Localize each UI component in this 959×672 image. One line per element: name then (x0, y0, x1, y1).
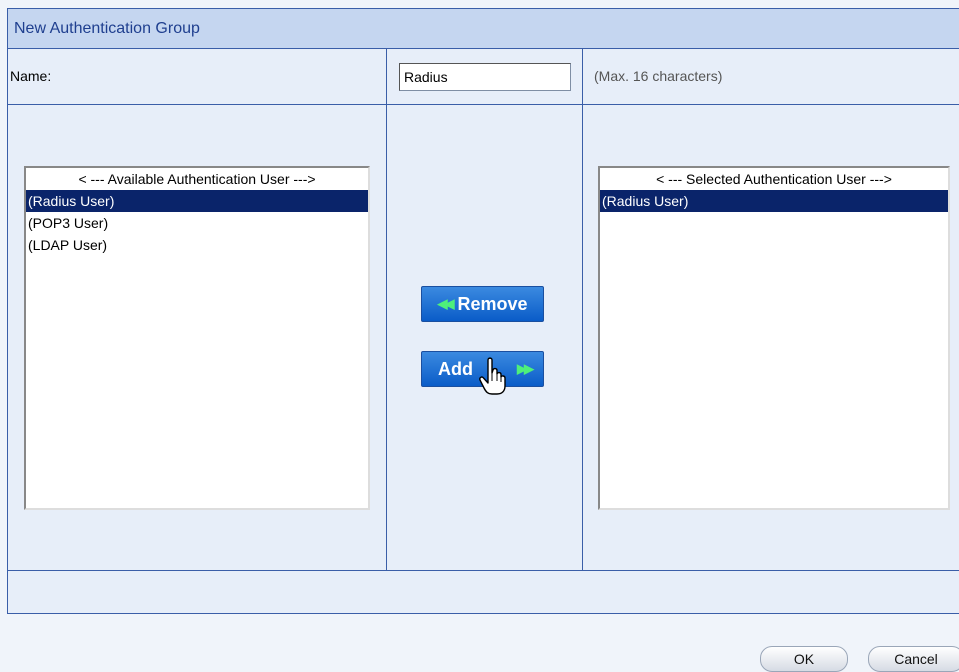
name-hint: (Max. 16 characters) (594, 68, 723, 84)
divider (582, 105, 583, 571)
name-input[interactable] (399, 63, 571, 91)
list-header[interactable]: < --- Available Authentication User ---> (26, 168, 368, 190)
list-header[interactable]: < --- Selected Authentication User ---> (600, 168, 948, 190)
remove-button[interactable]: ◀◀ Remove (421, 286, 544, 322)
ok-button[interactable]: OK (760, 646, 848, 672)
selected-user-list[interactable]: < --- Selected Authentication User ---> … (598, 166, 950, 510)
double-right-arrow-icon: ▶▶ (517, 361, 534, 376)
hand-pointer-icon (479, 357, 506, 395)
name-label: Name: (10, 68, 52, 84)
page-title: New Authentication Group (14, 20, 200, 37)
divider (386, 105, 387, 571)
cancel-button[interactable]: Cancel (868, 646, 959, 672)
add-button-label: Add (438, 358, 473, 379)
double-left-arrow-icon: ◀◀ (437, 296, 454, 311)
list-item[interactable]: (Radius User) (26, 190, 368, 212)
divider (386, 49, 387, 105)
list-item[interactable]: (LDAP User) (26, 234, 368, 256)
list-row: < --- Available Authentication User --->… (8, 105, 959, 571)
list-item[interactable]: (POP3 User) (26, 212, 368, 234)
remove-button-label: Remove (457, 293, 528, 314)
title-bar: New Authentication Group (8, 9, 959, 49)
divider (582, 49, 583, 105)
available-user-list[interactable]: < --- Available Authentication User --->… (24, 166, 370, 510)
list-item[interactable]: (Radius User) (600, 190, 948, 212)
name-row: Name: (Max. 16 characters) (8, 49, 959, 105)
